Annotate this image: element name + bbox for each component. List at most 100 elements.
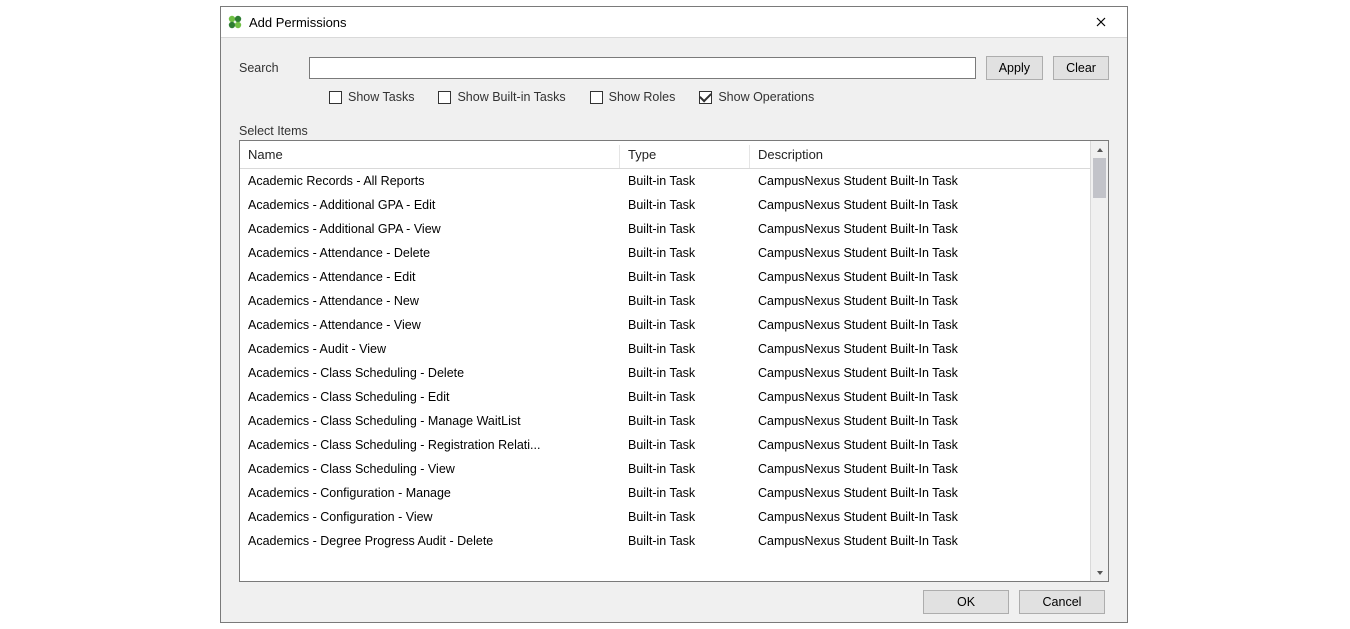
table-row[interactable]: Academics - Class Scheduling - EditBuilt… — [240, 385, 1090, 409]
dialog-footer: OK Cancel — [239, 582, 1109, 614]
cell-description: CampusNexus Student Built-In Task — [750, 534, 1090, 548]
close-button[interactable] — [1081, 8, 1121, 36]
table-row[interactable]: Academics - Attendance - NewBuilt-in Tas… — [240, 289, 1090, 313]
titlebar: Add Permissions — [221, 7, 1127, 37]
show-builtin-tasks-label: Show Built-in Tasks — [457, 90, 565, 104]
cell-type: Built-in Task — [620, 318, 750, 332]
table-row[interactable]: Academics - Class Scheduling - ViewBuilt… — [240, 457, 1090, 481]
cell-description: CampusNexus Student Built-In Task — [750, 174, 1090, 188]
cell-name: Academics - Class Scheduling - Manage Wa… — [240, 414, 620, 428]
cell-description: CampusNexus Student Built-In Task — [750, 390, 1090, 404]
checkbox-icon — [438, 91, 451, 104]
cell-type: Built-in Task — [620, 294, 750, 308]
table-row[interactable]: Academics - Degree Progress Audit - Dele… — [240, 529, 1090, 553]
cell-description: CampusNexus Student Built-In Task — [750, 414, 1090, 428]
scroll-up-arrow-icon[interactable] — [1091, 141, 1108, 158]
cell-description: CampusNexus Student Built-In Task — [750, 198, 1090, 212]
table-row[interactable]: Academics - Additional GPA - EditBuilt-i… — [240, 193, 1090, 217]
search-label: Search — [239, 61, 299, 75]
table-row[interactable]: Academics - Class Scheduling - DeleteBui… — [240, 361, 1090, 385]
table-row[interactable]: Academics - Audit - ViewBuilt-in TaskCam… — [240, 337, 1090, 361]
cell-name: Academics - Attendance - New — [240, 294, 620, 308]
table-row[interactable]: Academics - Attendance - ViewBuilt-in Ta… — [240, 313, 1090, 337]
cell-type: Built-in Task — [620, 198, 750, 212]
cell-type: Built-in Task — [620, 366, 750, 380]
cell-name: Academics - Class Scheduling - View — [240, 462, 620, 476]
vertical-scrollbar[interactable] — [1090, 141, 1108, 581]
cell-description: CampusNexus Student Built-In Task — [750, 462, 1090, 476]
cell-description: CampusNexus Student Built-In Task — [750, 510, 1090, 524]
table-row[interactable]: Academic Records - All ReportsBuilt-in T… — [240, 169, 1090, 193]
cell-description: CampusNexus Student Built-In Task — [750, 486, 1090, 500]
table-row[interactable]: Academics - Class Scheduling - Manage Wa… — [240, 409, 1090, 433]
table-row[interactable]: Academics - Configuration - ManageBuilt-… — [240, 481, 1090, 505]
table-row[interactable]: Academics - Additional GPA - ViewBuilt-i… — [240, 217, 1090, 241]
search-input[interactable] — [309, 57, 976, 79]
cell-name: Academics - Configuration - View — [240, 510, 620, 524]
show-tasks-label: Show Tasks — [348, 90, 414, 104]
rows-container: Academic Records - All ReportsBuilt-in T… — [240, 169, 1090, 581]
cell-type: Built-in Task — [620, 462, 750, 476]
cell-name: Academics - Degree Progress Audit - Dele… — [240, 534, 620, 548]
cell-name: Academics - Attendance - View — [240, 318, 620, 332]
show-builtin-tasks-checkbox[interactable]: Show Built-in Tasks — [438, 90, 565, 104]
column-header-row: Name Type Description — [240, 141, 1090, 169]
table-row[interactable]: Academics - Class Scheduling - Registrat… — [240, 433, 1090, 457]
show-operations-checkbox[interactable]: Show Operations — [699, 90, 814, 104]
search-row: Search Apply Clear — [239, 56, 1109, 80]
add-permissions-dialog: Add Permissions Search Apply Clear — [220, 6, 1128, 623]
cell-description: CampusNexus Student Built-In Task — [750, 318, 1090, 332]
cell-type: Built-in Task — [620, 270, 750, 284]
cell-type: Built-in Task — [620, 222, 750, 236]
cell-name: Academics - Audit - View — [240, 342, 620, 356]
cell-type: Built-in Task — [620, 534, 750, 548]
cell-type: Built-in Task — [620, 390, 750, 404]
cell-type: Built-in Task — [620, 174, 750, 188]
scroll-track[interactable] — [1091, 158, 1108, 564]
cell-type: Built-in Task — [620, 486, 750, 500]
ok-button[interactable]: OK — [923, 590, 1009, 614]
cell-name: Academics - Class Scheduling - Edit — [240, 390, 620, 404]
show-tasks-checkbox[interactable]: Show Tasks — [329, 90, 414, 104]
cell-type: Built-in Task — [620, 246, 750, 260]
cell-description: CampusNexus Student Built-In Task — [750, 438, 1090, 452]
items-list: Name Type Description Academic Records -… — [239, 140, 1109, 582]
scroll-thumb[interactable] — [1093, 158, 1106, 198]
cell-name: Academics - Configuration - Manage — [240, 486, 620, 500]
table-row[interactable]: Academics - Configuration - ViewBuilt-in… — [240, 505, 1090, 529]
cell-name: Academic Records - All Reports — [240, 174, 620, 188]
cell-name: Academics - Additional GPA - View — [240, 222, 620, 236]
column-header-type[interactable]: Type — [620, 145, 750, 168]
cell-type: Built-in Task — [620, 414, 750, 428]
table-row[interactable]: Academics - Attendance - EditBuilt-in Ta… — [240, 265, 1090, 289]
cell-name: Academics - Class Scheduling - Registrat… — [240, 438, 620, 452]
cell-name: Academics - Attendance - Delete — [240, 246, 620, 260]
checkbox-icon — [329, 91, 342, 104]
scroll-down-arrow-icon[interactable] — [1091, 564, 1108, 581]
checkbox-checked-icon — [699, 91, 712, 104]
show-roles-label: Show Roles — [609, 90, 676, 104]
cell-name: Academics - Class Scheduling - Delete — [240, 366, 620, 380]
column-header-description[interactable]: Description — [750, 145, 1090, 168]
cell-type: Built-in Task — [620, 342, 750, 356]
cell-name: Academics - Additional GPA - Edit — [240, 198, 620, 212]
clear-button[interactable]: Clear — [1053, 56, 1109, 80]
cell-description: CampusNexus Student Built-In Task — [750, 222, 1090, 236]
apply-button[interactable]: Apply — [986, 56, 1043, 80]
table-row[interactable]: Academics - Attendance - DeleteBuilt-in … — [240, 241, 1090, 265]
filter-row: Show Tasks Show Built-in Tasks Show Role… — [239, 90, 1109, 104]
cell-type: Built-in Task — [620, 510, 750, 524]
cell-description: CampusNexus Student Built-In Task — [750, 342, 1090, 356]
cancel-button[interactable]: Cancel — [1019, 590, 1105, 614]
show-operations-label: Show Operations — [718, 90, 814, 104]
cell-description: CampusNexus Student Built-In Task — [750, 366, 1090, 380]
window-title: Add Permissions — [249, 15, 347, 30]
cell-description: CampusNexus Student Built-In Task — [750, 294, 1090, 308]
cell-type: Built-in Task — [620, 438, 750, 452]
cell-description: CampusNexus Student Built-In Task — [750, 246, 1090, 260]
cell-name: Academics - Attendance - Edit — [240, 270, 620, 284]
show-roles-checkbox[interactable]: Show Roles — [590, 90, 676, 104]
column-header-name[interactable]: Name — [240, 145, 620, 168]
cell-description: CampusNexus Student Built-In Task — [750, 270, 1090, 284]
close-icon — [1096, 14, 1106, 30]
